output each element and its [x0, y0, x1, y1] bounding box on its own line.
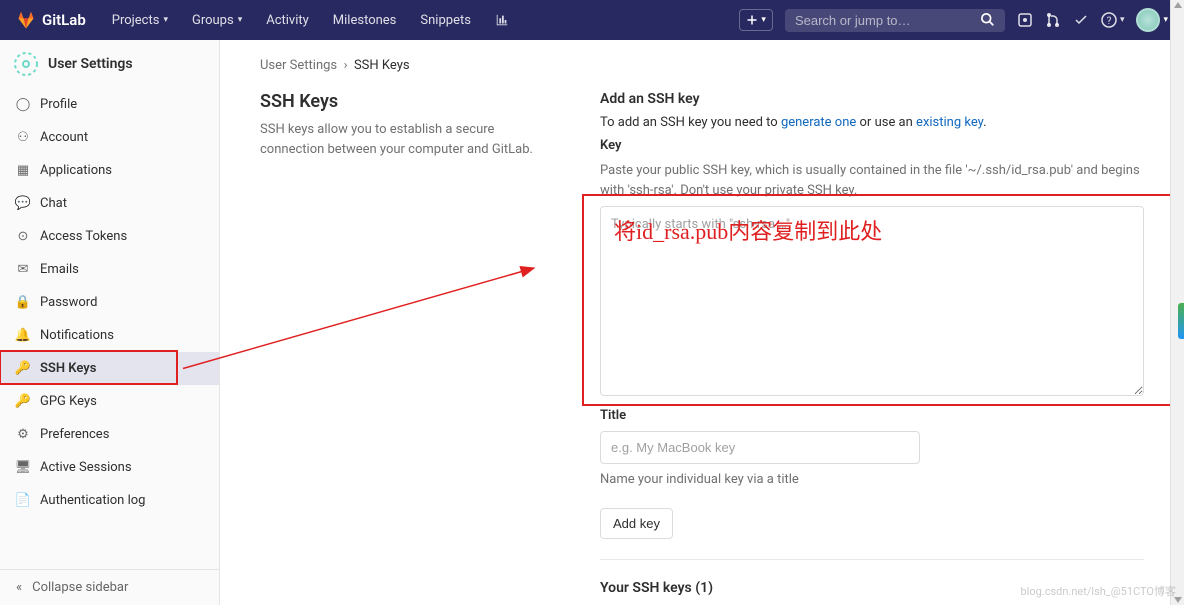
preferences-icon: ⚙ — [16, 428, 30, 442]
collapse-icon: « — [16, 580, 22, 595]
sidebar-item-access-tokens[interactable]: ⊙Access Tokens — [0, 220, 219, 253]
chart-icon — [495, 13, 509, 27]
existing-key-link[interactable]: existing key — [916, 115, 983, 130]
help-icon[interactable]: ?▾ — [1101, 12, 1125, 28]
chevron-down-icon: ▾ — [761, 15, 766, 25]
sidebar-header: User Settings — [0, 40, 219, 88]
key-icon: 🔑 — [16, 395, 30, 409]
page-title: SSH Keys — [260, 91, 560, 112]
annotation-box-sidebar — [0, 350, 178, 385]
breadcrumb-parent[interactable]: User Settings — [260, 58, 337, 73]
mail-icon: ✉ — [16, 263, 30, 277]
gitlab-logo[interactable]: GitLab — [16, 10, 86, 30]
log-icon: 📄 — [16, 494, 30, 508]
page-description: SSH keys allow you to establish a secure… — [260, 120, 560, 159]
sidebar-item-profile[interactable]: ◯Profile — [0, 88, 219, 121]
brand-name: GitLab — [42, 11, 86, 29]
account-icon: ⚇ — [16, 131, 30, 145]
chevron-down-icon: ▾ — [163, 15, 168, 25]
sidebar-item-emails[interactable]: ✉Emails — [0, 253, 219, 286]
add-key-intro: To add an SSH key you need to generate o… — [600, 115, 1144, 130]
nav-projects[interactable]: Projects▾ — [102, 13, 178, 28]
sidebar-title: User Settings — [48, 56, 133, 72]
add-key-heading: Add an SSH key — [600, 91, 1144, 107]
title-label: Title — [600, 408, 1144, 423]
nav-activity[interactable]: Activity — [256, 13, 319, 28]
scroll-up-icon[interactable] — [1174, 2, 1182, 8]
session-icon: 🖥 — [16, 461, 30, 475]
bell-icon: 🔔 — [16, 329, 30, 343]
key-label: Key — [600, 138, 1144, 153]
user-icon: ◯ — [16, 98, 30, 112]
lock-icon: 🔒 — [16, 296, 30, 310]
settings-gear-icon — [14, 52, 38, 76]
nav-operations[interactable] — [485, 13, 519, 27]
nav-milestones[interactable]: Milestones — [323, 13, 407, 28]
sidebar-item-applications[interactable]: ▦Applications — [0, 154, 219, 187]
sidebar-item-gpg-keys[interactable]: 🔑GPG Keys — [0, 385, 219, 418]
breadcrumb-current: SSH Keys — [354, 58, 410, 73]
search-icon — [981, 13, 995, 27]
apps-icon: ▦ — [16, 164, 30, 178]
merge-requests-icon[interactable] — [1045, 12, 1061, 28]
plus-icon — [746, 14, 758, 26]
nav-groups[interactable]: Groups▾ — [182, 13, 252, 28]
generate-one-link[interactable]: generate one — [781, 115, 856, 130]
chevron-down-icon: ▾ — [238, 15, 243, 25]
nav-snippets[interactable]: Snippets — [410, 13, 481, 28]
topbar-left: GitLab Projects▾ Groups▾ Activity Milest… — [16, 10, 519, 30]
sidebar-item-notifications[interactable]: 🔔Notifications — [0, 319, 219, 352]
search-input[interactable] — [795, 13, 981, 28]
sidebar-item-chat[interactable]: 💬Chat — [0, 187, 219, 220]
gitlab-icon — [16, 10, 36, 30]
topbar: GitLab Projects▾ Groups▾ Activity Milest… — [0, 0, 1184, 40]
svg-text:?: ? — [1107, 16, 1112, 27]
topbar-right: ▾ ?▾ ▾ — [739, 8, 1168, 32]
side-widget[interactable] — [1178, 303, 1184, 339]
chat-icon: 💬 — [16, 197, 30, 211]
title-hint: Name your individual key via a title — [600, 470, 1144, 490]
search-box[interactable] — [785, 9, 1005, 32]
issues-icon[interactable] — [1017, 12, 1033, 28]
token-icon: ⊙ — [16, 230, 30, 244]
sidebar-item-preferences[interactable]: ⚙Preferences — [0, 418, 219, 451]
add-key-button[interactable]: Add key — [600, 508, 673, 539]
sidebar-item-active-sessions[interactable]: 🖥Active Sessions — [0, 451, 219, 484]
sidebar-item-auth-log[interactable]: 📄Authentication log — [0, 484, 219, 517]
breadcrumb: User Settings › SSH Keys — [260, 58, 1144, 73]
todos-icon[interactable] — [1073, 12, 1089, 28]
annotation-text: 将id_rsa.pub内容复制到此处 — [614, 214, 882, 246]
collapse-sidebar-button[interactable]: « Collapse sidebar — [0, 569, 219, 605]
user-avatar[interactable]: ▾ — [1136, 8, 1168, 32]
sidebar-item-account[interactable]: ⚇Account — [0, 121, 219, 154]
title-input[interactable] — [600, 431, 920, 464]
sidebar-item-password[interactable]: 🔒Password — [0, 286, 219, 319]
create-new-button[interactable]: ▾ — [739, 9, 773, 31]
watermark: blog.csdn.net/lsh_@51CTO博客 — [1021, 583, 1176, 599]
sidebar: User Settings ◯Profile ⚇Account ▦Applica… — [0, 40, 220, 605]
